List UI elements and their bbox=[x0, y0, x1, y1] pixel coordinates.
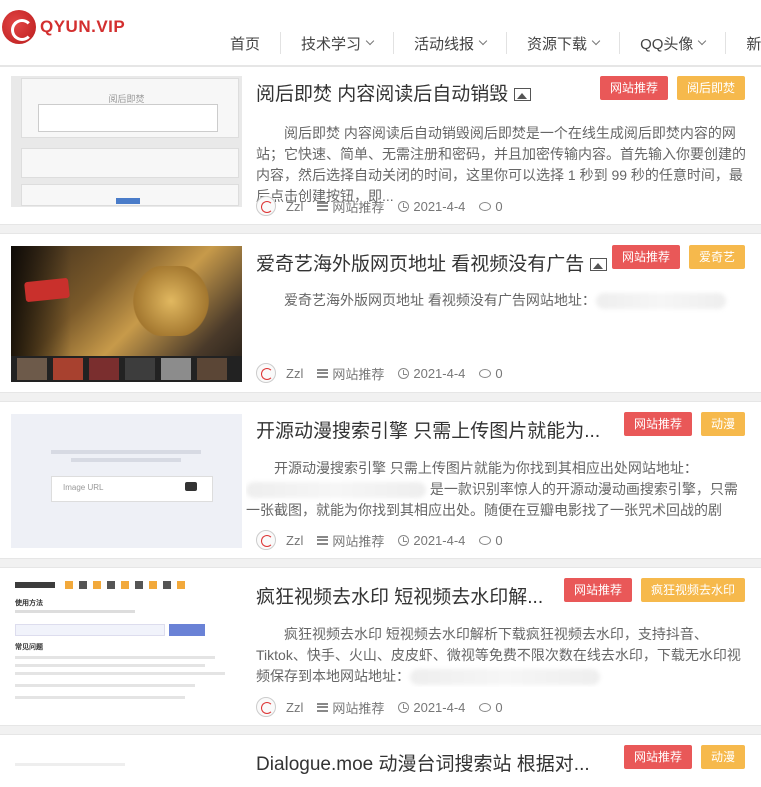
post-excerpt: 阅后即焚 内容阅读后自动销毁阅后即焚是一个在线生成阅后即焚内容的网站；它快速、简… bbox=[256, 125, 746, 204]
post-category[interactable]: 网站推荐 bbox=[317, 531, 384, 550]
post-card: 爱奇艺海外版网页地址 看视频没有广告 网站推荐 爱奇艺 爱奇艺海外版网页地址 看… bbox=[0, 233, 761, 393]
main-nav: 首页 技术学习 活动线报 资源下载 QQ头像 新闻 bbox=[230, 32, 761, 54]
author-name[interactable]: Zzl bbox=[286, 199, 303, 214]
chevron-down-icon bbox=[365, 36, 375, 46]
thumb-heading: 使用方法 bbox=[15, 600, 43, 607]
nav-divider bbox=[725, 32, 727, 54]
comment-icon bbox=[479, 535, 492, 545]
nav-divider bbox=[506, 32, 508, 54]
author-avatar[interactable] bbox=[256, 530, 276, 550]
post-comments[interactable]: 0 bbox=[479, 199, 503, 214]
post-category[interactable]: 网站推荐 bbox=[317, 364, 384, 383]
post-date: 2021-4-4 bbox=[398, 199, 465, 214]
post-card: 使用方法 常见问题 疯狂视频去水印 短视频去水印解... 网站推荐 疯狂视频去水… bbox=[0, 567, 761, 726]
author-avatar[interactable] bbox=[256, 363, 276, 383]
post-thumbnail[interactable]: Image URL bbox=[11, 414, 242, 548]
post-category[interactable]: 网站推荐 bbox=[317, 698, 384, 717]
post-title[interactable]: Dialogue.moe 动漫台词搜索站 根据对... bbox=[256, 749, 611, 776]
post-meta: Zzl 网站推荐 2021-4-4 0 bbox=[256, 196, 517, 216]
author-avatar[interactable] bbox=[256, 697, 276, 717]
dragon-logo-icon bbox=[2, 10, 36, 44]
clock-icon bbox=[398, 534, 410, 546]
post-excerpt: 爱奇艺海外版网页地址 看视频没有广告网站地址： bbox=[256, 290, 747, 332]
author-avatar[interactable] bbox=[256, 196, 276, 216]
nav-item-home[interactable]: 首页 bbox=[230, 33, 260, 54]
post-thumbnail[interactable] bbox=[11, 246, 242, 382]
nav-item-news[interactable]: 新闻 bbox=[746, 33, 761, 54]
post-badges: 网站推荐 疯狂视频去水印 bbox=[563, 578, 745, 602]
post-comments[interactable]: 0 bbox=[479, 700, 503, 715]
post-excerpt: 疯狂视频去水印 短视频去水印解析下载疯狂视频去水印，支持抖音、Tiktok、快手… bbox=[256, 626, 741, 686]
list-icon bbox=[317, 201, 329, 211]
list-icon bbox=[317, 702, 329, 712]
category-badge[interactable]: 网站推荐 bbox=[611, 245, 680, 269]
clock-icon bbox=[398, 367, 410, 379]
author-name[interactable]: Zzl bbox=[286, 533, 303, 548]
post-meta: Zzl 网站推荐 2021-4-4 0 bbox=[256, 363, 517, 383]
image-icon bbox=[590, 258, 608, 271]
tag-badge[interactable]: 动漫 bbox=[700, 745, 745, 769]
image-icon bbox=[514, 88, 532, 101]
category-badge[interactable]: 网站推荐 bbox=[623, 412, 692, 436]
chevron-down-icon bbox=[591, 36, 601, 46]
site-header: QYUN.VIP 首页 技术学习 活动线报 资源下载 QQ头像 新闻 bbox=[0, 0, 761, 66]
comment-icon bbox=[479, 201, 492, 211]
chevron-down-icon bbox=[478, 36, 488, 46]
post-date: 2021-4-4 bbox=[398, 700, 465, 715]
list-icon bbox=[317, 535, 329, 545]
nav-item-activity[interactable]: 活动线报 bbox=[414, 33, 488, 54]
post-date: 2021-4-4 bbox=[398, 366, 465, 381]
nav-divider bbox=[280, 32, 282, 54]
post-title[interactable]: 爱奇艺海外版网页地址 看视频没有广告 bbox=[256, 249, 611, 276]
redacted-url bbox=[410, 669, 600, 686]
category-badge[interactable]: 网站推荐 bbox=[599, 76, 668, 100]
chevron-down-icon bbox=[698, 36, 707, 46]
tag-badge[interactable]: 疯狂视频去水印 bbox=[640, 578, 745, 602]
post-excerpt: 开源动漫搜索引擎 只需上传图片就能为你找到其相应出处网站地址： 是一款识别率惊人… bbox=[246, 460, 738, 518]
thumb-faq-heading: 常见问题 bbox=[15, 644, 43, 651]
logo-text: QYUN.VIP bbox=[40, 17, 126, 36]
post-comments[interactable]: 0 bbox=[479, 533, 503, 548]
post-badges: 网站推荐 阅后即焚 bbox=[599, 76, 745, 100]
tag-badge[interactable]: 爱奇艺 bbox=[688, 245, 745, 269]
post-badges: 网站推荐 动漫 bbox=[623, 412, 745, 436]
clock-icon bbox=[398, 701, 410, 713]
nav-divider bbox=[619, 32, 621, 54]
post-thumbnail[interactable]: 使用方法 常见问题 bbox=[11, 576, 242, 716]
redacted-url bbox=[246, 482, 426, 499]
nav-item-tech[interactable]: 技术学习 bbox=[301, 33, 375, 54]
post-title[interactable]: 疯狂视频去水印 短视频去水印解... bbox=[256, 582, 561, 609]
post-card: 阅后即焚 阅后即焚 内容阅读后自动销毁 网站推荐 阅后即焚 阅后即焚 内容阅读后… bbox=[0, 66, 761, 225]
clock-icon bbox=[398, 200, 410, 212]
post-meta: Zzl 网站推荐 2021-4-4 0 bbox=[256, 697, 517, 717]
post-title[interactable]: 开源动漫搜索引擎 只需上传图片就能为... bbox=[256, 416, 611, 443]
site-logo[interactable]: QYUN.VIP bbox=[2, 10, 125, 44]
post-badges: 网站推荐 爱奇艺 bbox=[611, 245, 745, 269]
category-badge[interactable]: 网站推荐 bbox=[563, 578, 632, 602]
category-badge[interactable]: 网站推荐 bbox=[623, 745, 692, 769]
author-name[interactable]: Zzl bbox=[286, 700, 303, 715]
tag-badge[interactable]: 阅后即焚 bbox=[676, 76, 745, 100]
thumb-input-label: Image URL bbox=[63, 483, 104, 492]
post-comments[interactable]: 0 bbox=[479, 366, 503, 381]
redacted-url bbox=[595, 293, 726, 310]
nav-item-qq-avatar[interactable]: QQ头像 bbox=[640, 33, 707, 54]
tag-badge[interactable]: 动漫 bbox=[700, 412, 745, 436]
post-badges: 网站推荐 动漫 bbox=[623, 745, 745, 769]
post-title[interactable]: 阅后即焚 内容阅读后自动销毁 bbox=[256, 79, 551, 106]
list-icon bbox=[317, 368, 329, 378]
author-name[interactable]: Zzl bbox=[286, 366, 303, 381]
post-card: Image URL 开源动漫搜索引擎 只需上传图片就能为... 网站推荐 动漫 … bbox=[0, 401, 761, 559]
post-thumbnail[interactable]: 阅后即焚 bbox=[11, 76, 242, 207]
post-card: Dialogue.moe 动漫台词搜索站 根据对... 网站推荐 动漫 bbox=[0, 734, 761, 787]
comment-icon bbox=[479, 368, 492, 378]
post-thumbnail[interactable] bbox=[11, 747, 242, 787]
nav-item-downloads[interactable]: 资源下载 bbox=[527, 33, 601, 54]
comment-icon bbox=[479, 702, 492, 712]
post-category[interactable]: 网站推荐 bbox=[317, 197, 384, 216]
post-date: 2021-4-4 bbox=[398, 533, 465, 548]
nav-divider bbox=[393, 32, 395, 54]
post-meta: Zzl 网站推荐 2021-4-4 0 bbox=[256, 530, 517, 550]
